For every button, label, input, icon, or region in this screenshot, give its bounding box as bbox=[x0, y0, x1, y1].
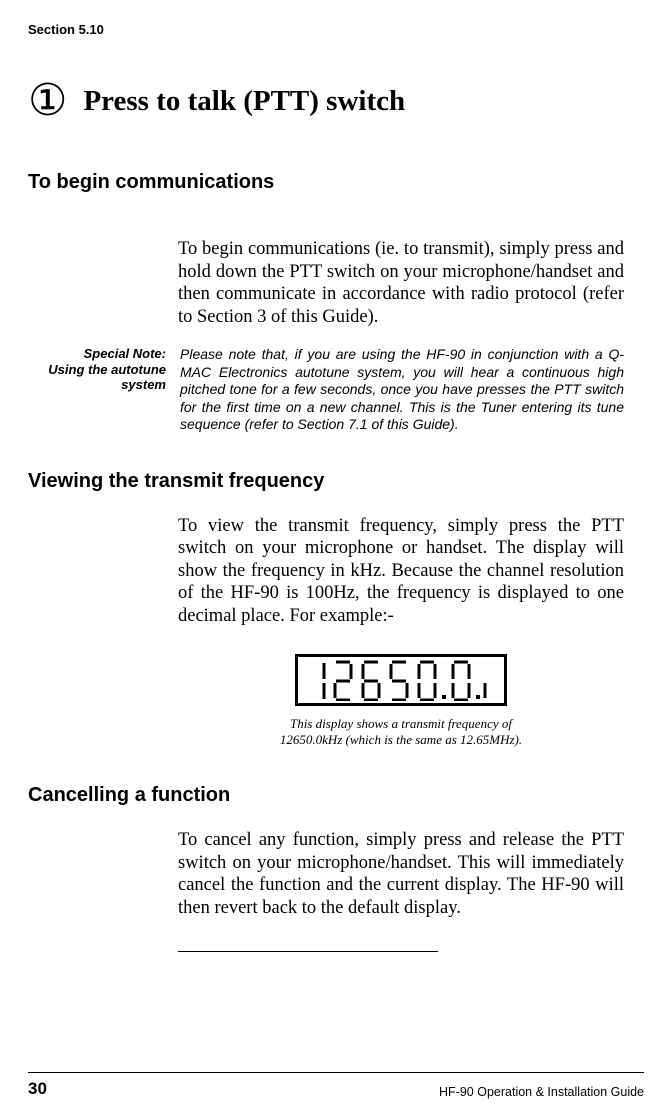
section-end-rule bbox=[178, 951, 438, 952]
main-heading-row: ① Press to talk (PTT) switch bbox=[28, 79, 644, 123]
caption-line1: This display shows a transmit frequency … bbox=[290, 716, 512, 731]
body-begin: To begin communications (ie. to transmit… bbox=[178, 238, 624, 328]
body-viewing: To view the transmit frequency, simply p… bbox=[178, 515, 624, 628]
page-title: Press to talk (PTT) switch bbox=[83, 85, 405, 118]
footer-rule bbox=[28, 1072, 644, 1073]
special-note: Special Note: Using the autotune system … bbox=[28, 346, 644, 434]
note-label-line2: Using the autotune system bbox=[48, 362, 166, 393]
subheading-viewing: Viewing the transmit frequency bbox=[28, 470, 644, 493]
circled-number-icon: ① bbox=[28, 79, 67, 123]
footer-row: 30 HF-90 Operation & Installation Guide bbox=[28, 1079, 644, 1099]
note-label-line1: Special Note: bbox=[84, 346, 166, 361]
section-reference: Section 5.10 bbox=[28, 22, 644, 37]
seven-segment-digits-icon bbox=[306, 659, 496, 701]
body-cancel: To cancel any function, simply press and… bbox=[178, 829, 624, 919]
frequency-display-block: This display shows a transmit frequency … bbox=[178, 654, 624, 749]
seven-segment-display bbox=[295, 654, 507, 706]
page-number: 30 bbox=[28, 1079, 47, 1099]
footer-title: HF-90 Operation & Installation Guide bbox=[439, 1085, 644, 1099]
page-footer: 30 HF-90 Operation & Installation Guide bbox=[28, 1072, 644, 1099]
display-caption: This display shows a transmit frequency … bbox=[280, 716, 522, 749]
caption-line2: 12650.0kHz (which is the same as 12.65MH… bbox=[280, 732, 522, 747]
special-note-label: Special Note: Using the autotune system bbox=[28, 346, 166, 434]
special-note-body: Please note that, if you are using the H… bbox=[180, 346, 644, 434]
subheading-cancel: Cancelling a function bbox=[28, 784, 644, 807]
subheading-begin: To begin communications bbox=[28, 171, 644, 194]
